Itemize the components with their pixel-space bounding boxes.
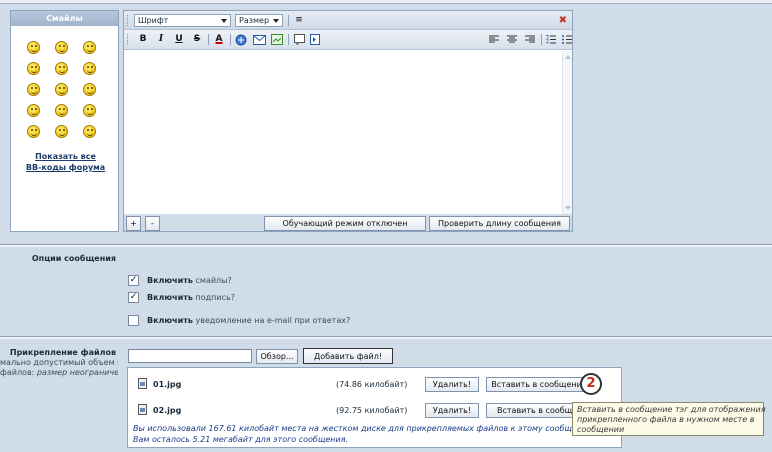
smiley-icon[interactable] — [55, 62, 68, 75]
toolbar-separator — [288, 15, 289, 26]
image-icon[interactable] — [270, 33, 284, 46]
show-all-smilies-link[interactable]: Показать все — [11, 151, 120, 162]
link-icon[interactable] — [234, 33, 248, 46]
toolbar-grip-icon — [127, 34, 129, 45]
section-divider-highlight — [0, 245, 772, 247]
check-length-button[interactable]: Проверить длину сообщения — [429, 216, 570, 231]
font-color-button[interactable]: A — [212, 33, 226, 46]
browse-button[interactable]: Обзор... — [256, 349, 298, 364]
smilies-panel: Смайлы Показать все BB-коды форума — [10, 10, 119, 232]
file-size: (92.75 килобайт) — [336, 406, 408, 415]
signature-checkbox[interactable]: ✓ — [128, 292, 139, 303]
file-name: 02.jpg — [153, 406, 182, 415]
delete-file-button[interactable]: Удалить! — [425, 377, 479, 392]
smiley-icon[interactable] — [55, 104, 68, 117]
shrink-editor-button[interactable]: - — [145, 216, 160, 231]
chevron-down-icon — [273, 19, 279, 23]
numbered-list-icon[interactable] — [544, 33, 558, 46]
smiley-icon[interactable] — [83, 125, 96, 138]
insert-file-button[interactable]: Вставить в сообщение — [486, 377, 592, 392]
align-center-icon[interactable] — [505, 33, 519, 46]
delete-file-button[interactable]: Удалить! — [425, 403, 479, 418]
file-name: 01.jpg — [153, 380, 182, 389]
remaining-quota-note: Вам осталось 5.21 мегабайт для этого соо… — [133, 435, 349, 444]
enlarge-editor-button[interactable]: + — [126, 216, 141, 231]
smiley-icon[interactable] — [27, 104, 40, 117]
email-icon[interactable] — [252, 33, 266, 46]
email-notify-checkbox[interactable] — [128, 315, 139, 326]
chevron-down-icon — [221, 19, 227, 23]
step-callout-badge: 2 — [580, 373, 602, 395]
smiley-links: Показать все BB-коды форума — [11, 151, 120, 173]
attachments-description: мально допустимый объем всех файлов: раз… — [0, 358, 118, 377]
smiley-icon[interactable] — [83, 62, 96, 75]
bold-button[interactable]: B — [136, 33, 150, 46]
file-size: (74.86 килобайт) — [336, 380, 408, 389]
editor-scrollbar[interactable] — [562, 51, 572, 214]
smiley-icon[interactable] — [27, 62, 40, 75]
top-divider — [0, 0, 772, 4]
smiley-grid — [27, 41, 111, 138]
align-left-icon[interactable] — [487, 33, 501, 46]
align-right-icon[interactable] — [523, 33, 537, 46]
bbcode-link[interactable]: BB-коды форума — [11, 162, 120, 173]
add-file-button[interactable]: Добавить файл! — [303, 348, 393, 364]
attached-files-box: 01.jpg (74.86 килобайт) Удалить! Вставит… — [127, 367, 622, 448]
toolbar-separator — [288, 34, 289, 45]
message-editor: Шрифт Размер ≡ ✖ B I U S A + - Обучающий… — [123, 10, 573, 232]
section-divider-highlight — [0, 337, 772, 339]
smiley-icon[interactable] — [55, 125, 68, 138]
remove-format-icon[interactable]: ≡ — [292, 14, 306, 27]
smiley-icon[interactable] — [27, 83, 40, 96]
smiley-icon[interactable] — [83, 83, 96, 96]
size-select[interactable]: Размер — [235, 14, 283, 27]
file-icon — [138, 378, 147, 389]
font-select[interactable]: Шрифт — [134, 14, 231, 27]
smiley-icon[interactable] — [83, 41, 96, 54]
toolbar-separator — [541, 34, 542, 45]
strike-button[interactable]: S — [190, 33, 204, 46]
message-textarea[interactable] — [124, 51, 572, 214]
smiley-icon[interactable] — [27, 41, 40, 54]
smiley-icon[interactable] — [55, 41, 68, 54]
close-editor-icon[interactable]: ✖ — [559, 14, 567, 27]
disk-usage-note: Вы использовали 167.61 килобайт места на… — [133, 424, 597, 433]
smilies-checkbox[interactable]: ✓ — [128, 275, 139, 286]
toolbar-separator — [230, 34, 231, 45]
editor-bottom-bar: + - Обучающий режим отключен Проверить д… — [124, 214, 572, 231]
code-icon[interactable] — [308, 33, 322, 46]
file-path-input[interactable] — [128, 349, 252, 363]
insert-tooltip: Вставить в сообщение тэг для отображения… — [572, 402, 766, 436]
options-title: Опции сообщения — [31, 254, 116, 263]
smiley-icon[interactable] — [55, 83, 68, 96]
bullet-list-icon[interactable] — [560, 33, 574, 46]
file-icon — [138, 404, 147, 415]
scroll-up-icon[interactable] — [565, 55, 571, 59]
editor-toolbar-top: Шрифт Размер ≡ ✖ — [124, 11, 572, 30]
scroll-down-icon[interactable] — [565, 206, 571, 210]
quote-icon[interactable] — [292, 33, 306, 46]
smiley-icon[interactable] — [83, 104, 96, 117]
toolbar-grip-icon — [127, 15, 129, 26]
attachments-title: Прикрепление файлов — [9, 348, 116, 357]
smilies-header: Смайлы — [11, 11, 118, 26]
toolbar-separator — [208, 34, 209, 45]
tutorial-mode-button[interactable]: Обучающий режим отключен — [264, 216, 426, 231]
smiley-icon[interactable] — [27, 125, 40, 138]
italic-button[interactable]: I — [154, 33, 168, 46]
editor-toolbar-format: B I U S A — [124, 30, 572, 50]
underline-button[interactable]: U — [172, 33, 186, 46]
